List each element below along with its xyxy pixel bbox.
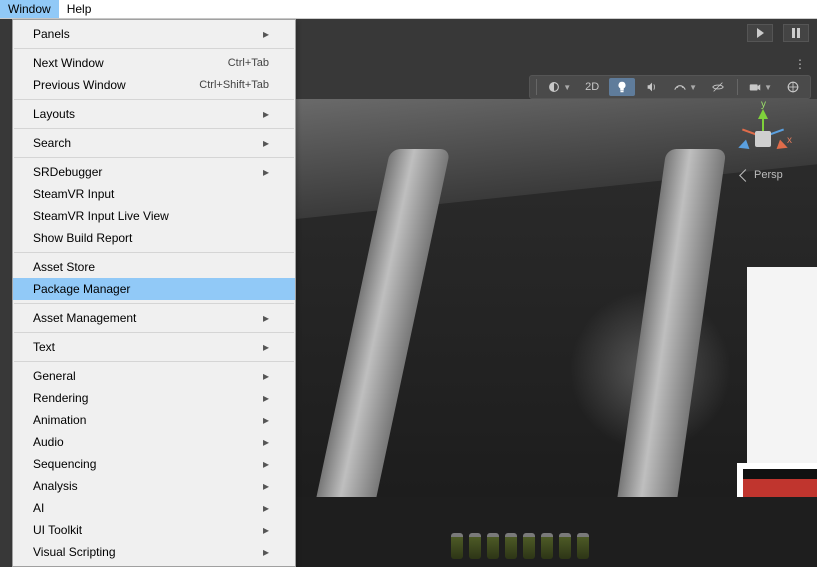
chevron-right-icon: ▸ — [259, 479, 269, 493]
menu-separator — [14, 303, 294, 304]
scene-toolbar: ▼ 2D ▼ ▼ — [529, 75, 811, 99]
chevron-right-icon: ▸ — [259, 165, 269, 179]
menu-item-visual-scripting[interactable]: Visual Scripting▸ — [13, 541, 295, 563]
menu-separator — [14, 361, 294, 362]
pause-icon — [792, 28, 800, 38]
chevron-right-icon: ▸ — [259, 523, 269, 537]
menu-separator — [14, 128, 294, 129]
menu-item-steamvr-input-live[interactable]: SteamVR Input Live View — [13, 205, 295, 227]
window-menu-dropdown: Panels▸ Next WindowCtrl+Tab Previous Win… — [12, 19, 296, 567]
camera-icon — [748, 80, 762, 94]
scene-wall-panel — [747, 267, 817, 467]
mode-2d-button[interactable]: 2D — [579, 78, 605, 96]
menu-item-ui-toolkit[interactable]: UI Toolkit▸ — [13, 519, 295, 541]
orientation-gizmo[interactable]: x y Persp — [731, 107, 795, 187]
chevron-right-icon: ▸ — [259, 369, 269, 383]
fx-toggle[interactable]: ▼ — [669, 78, 701, 96]
menu-item-asset-store[interactable]: Asset Store — [13, 256, 295, 278]
menu-item-sequencing[interactable]: Sequencing▸ — [13, 453, 295, 475]
menu-item-asset-management[interactable]: Asset Management▸ — [13, 307, 295, 329]
menu-separator — [14, 252, 294, 253]
hidden-objects-toggle[interactable] — [705, 78, 731, 96]
gizmo-y-label: y — [761, 99, 766, 110]
gizmo-cube — [755, 131, 771, 147]
menubar: Window Help — [0, 0, 817, 19]
chevron-down-icon: ▼ — [689, 83, 697, 92]
gizmos-icon — [786, 80, 800, 94]
menu-item-ai[interactable]: AI▸ — [13, 497, 295, 519]
playback-controls — [747, 23, 809, 43]
menu-item-animation[interactable]: Animation▸ — [13, 409, 295, 431]
menu-item-next-window[interactable]: Next WindowCtrl+Tab — [13, 52, 295, 74]
shortcut-label: Ctrl+Tab — [228, 57, 269, 69]
menu-item-panels[interactable]: Panels▸ — [13, 23, 295, 45]
chevron-right-icon: ▸ — [259, 501, 269, 515]
menu-help[interactable]: Help — [59, 0, 100, 18]
play-icon — [757, 28, 764, 38]
scene-props — [451, 533, 589, 559]
shaded-icon — [547, 80, 561, 94]
gizmo-x-label: x — [787, 135, 792, 146]
menu-item-previous-window[interactable]: Previous WindowCtrl+Shift+Tab — [13, 74, 295, 96]
chevron-right-icon: ▸ — [259, 545, 269, 559]
menu-item-package-manager[interactable]: Package Manager — [13, 278, 295, 300]
camera-settings-button[interactable]: ▼ — [744, 78, 776, 96]
menu-separator — [14, 48, 294, 49]
menu-separator — [14, 99, 294, 100]
chevron-right-icon: ▸ — [259, 457, 269, 471]
menu-item-steamvr-input[interactable]: SteamVR Input — [13, 183, 295, 205]
audio-toggle[interactable] — [639, 78, 665, 96]
menu-item-analysis[interactable]: Analysis▸ — [13, 475, 295, 497]
chevron-right-icon: ▸ — [259, 27, 269, 41]
shortcut-label: Ctrl+Shift+Tab — [199, 79, 269, 91]
menu-item-audio[interactable]: Audio▸ — [13, 431, 295, 453]
menu-item-srdebugger[interactable]: SRDebugger▸ — [13, 161, 295, 183]
lightbulb-icon — [615, 80, 629, 94]
cone-icon — [737, 140, 750, 153]
menu-item-text[interactable]: Text▸ — [13, 336, 295, 358]
menu-item-show-build-report[interactable]: Show Build Report — [13, 227, 295, 249]
menu-item-layouts[interactable]: Layouts▸ — [13, 103, 295, 125]
chevron-down-icon: ▼ — [563, 83, 571, 92]
pause-button[interactable] — [783, 24, 809, 42]
audio-icon — [645, 80, 659, 94]
lighting-toggle[interactable] — [609, 78, 635, 96]
menu-item-general[interactable]: General▸ — [13, 365, 295, 387]
fx-icon — [673, 80, 687, 94]
menu-window[interactable]: Window — [0, 0, 59, 18]
chevron-down-icon: ▼ — [764, 83, 772, 92]
eye-off-icon — [711, 80, 725, 94]
projection-label[interactable]: Persp — [741, 169, 783, 181]
menu-item-rendering[interactable]: Rendering▸ — [13, 387, 295, 409]
menu-separator — [14, 332, 294, 333]
play-button[interactable] — [747, 24, 773, 42]
cone-icon — [758, 109, 768, 119]
gizmos-button[interactable] — [780, 78, 806, 96]
kebab-icon[interactable]: ⋮ — [794, 57, 807, 71]
chevron-right-icon: ▸ — [259, 435, 269, 449]
menu-separator — [14, 157, 294, 158]
chevron-right-icon: ▸ — [259, 413, 269, 427]
chevron-right-icon: ▸ — [259, 311, 269, 325]
chevron-right-icon: ▸ — [259, 391, 269, 405]
chevron-right-icon: ▸ — [259, 107, 269, 121]
shading-mode-button[interactable]: ▼ — [543, 78, 575, 96]
chevron-right-icon: ▸ — [259, 136, 269, 150]
menu-item-search[interactable]: Search▸ — [13, 132, 295, 154]
chevron-right-icon: ▸ — [259, 340, 269, 354]
